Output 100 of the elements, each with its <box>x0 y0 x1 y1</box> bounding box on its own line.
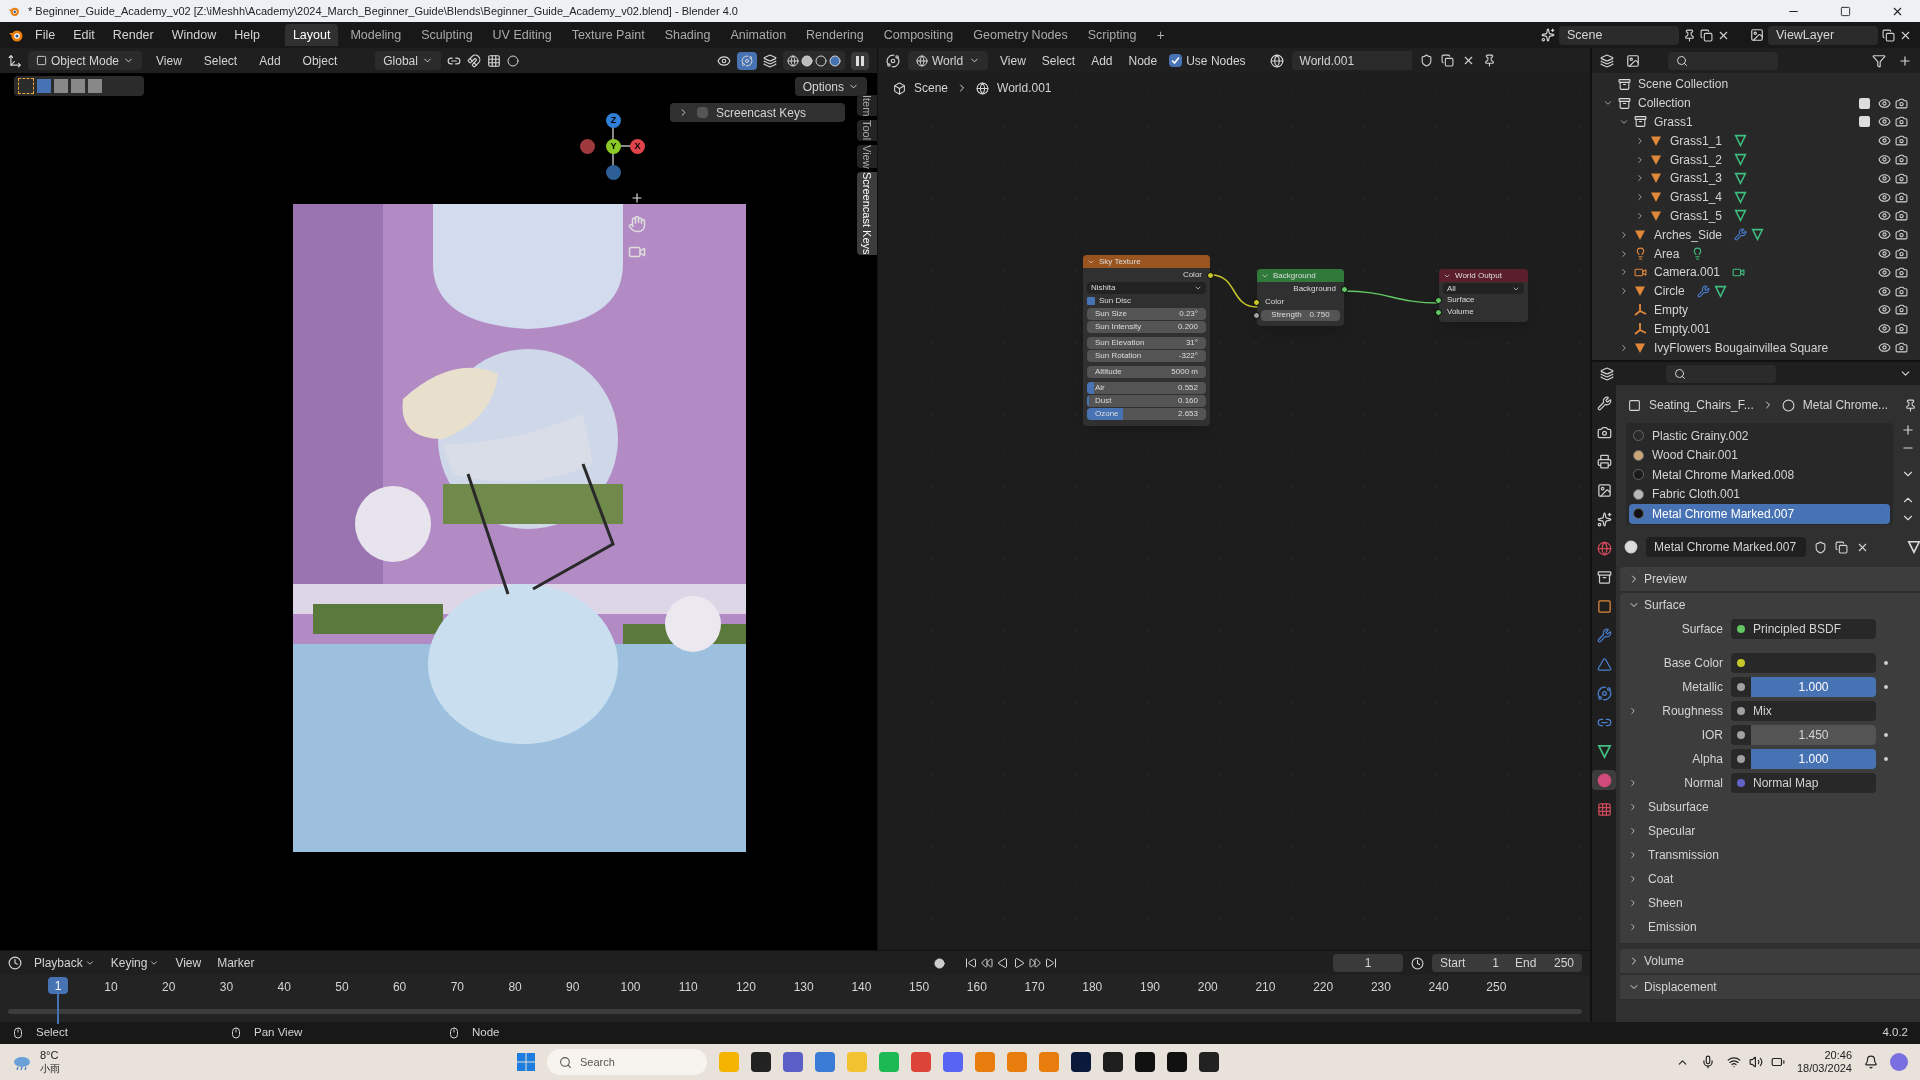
menu-item[interactable]: Add <box>1087 51 1117 70</box>
workspace-tab[interactable]: Geometry Nodes <box>965 24 1076 46</box>
outliner-item-label[interactable]: Area <box>1654 244 1680 263</box>
end-frame-field[interactable]: End 250 <box>1507 954 1582 972</box>
outliner-row[interactable]: Empty.001 <box>1592 319 1920 339</box>
menu-item[interactable]: Keying <box>106 954 164 972</box>
outliner-row[interactable]: Grass1_2 <box>1592 150 1920 169</box>
number-field[interactable]: 1.450 <box>1731 725 1876 745</box>
mode-dropdown[interactable]: Object Mode <box>28 51 143 70</box>
workspace-tab[interactable]: Scripting <box>1079 24 1145 46</box>
number-field[interactable]: Sun Rotation -322° <box>1087 350 1206 362</box>
sidebar-tab[interactable]: Screencast Keys <box>857 172 877 255</box>
menu-item[interactable]: Edit <box>66 25 102 45</box>
outliner-row[interactable]: Collection <box>1592 93 1920 113</box>
x-axis-handle[interactable]: X <box>630 139 645 154</box>
menu-item[interactable]: View <box>996 51 1030 70</box>
panel-header[interactable]: Surface <box>1620 593 1920 617</box>
number-field[interactable]: Sun Intensity 0.200 <box>1087 321 1206 333</box>
material-slot[interactable]: Metal Chrome Marked.007 <box>1629 504 1891 524</box>
current-frame-field[interactable]: 1 <box>1333 954 1403 972</box>
subpanel-header[interactable]: Coat <box>1620 867 1920 891</box>
menu-item[interactable]: View <box>171 954 206 972</box>
playhead[interactable]: 1 <box>48 977 68 994</box>
menu-item[interactable]: Select <box>1037 51 1080 70</box>
menu-item[interactable]: File <box>28 25 63 45</box>
menu-item[interactable]: Select <box>195 51 246 70</box>
outliner-item-label[interactable]: Grass1_4 <box>1670 188 1723 207</box>
menu-item[interactable]: Render <box>105 25 161 45</box>
panel-header[interactable]: Preview <box>1620 567 1920 591</box>
material-slot[interactable]: Wood Chair.001 <box>1629 445 1891 465</box>
outliner-item-label[interactable]: Camera.001 <box>1654 263 1721 282</box>
outliner-row[interactable]: Circle <box>1592 281 1920 301</box>
material-name-field[interactable]: Metal Chrome Marked.007 <box>1646 537 1806 557</box>
outliner-item-label[interactable]: Grass1_3 <box>1670 169 1723 188</box>
view-layer-selector[interactable]: ViewLayer <box>1768 25 1878 45</box>
outliner-item-label[interactable]: Empty <box>1654 300 1688 319</box>
menu-item[interactable]: Add <box>251 51 289 70</box>
menu-item[interactable]: Object <box>294 51 346 70</box>
slider-field[interactable]: Air 0.552 <box>1087 382 1206 394</box>
screencast-keys-panel[interactable]: Screencast Keys <box>670 103 845 122</box>
number-field[interactable]: Sun Size 0.23° <box>1087 308 1206 320</box>
add-workspace-button[interactable]: + <box>1148 24 1173 46</box>
workspace-tab[interactable]: Sculpting <box>413 24 481 46</box>
material-slot[interactable]: Plastic Grainy.002 <box>1629 426 1891 446</box>
link-field[interactable]: Principled BSDF <box>1731 619 1876 639</box>
subpanel-header[interactable]: Emission <box>1620 915 1920 939</box>
outliner-item-label[interactable]: Circle <box>1654 282 1685 301</box>
outliner-row[interactable]: Grass1_4 <box>1592 187 1920 207</box>
breadcrumb-item[interactable]: Scene <box>914 79 949 97</box>
subpanel-header[interactable]: Sheen <box>1620 891 1920 915</box>
outliner-row[interactable]: Grass1_3 <box>1592 169 1920 188</box>
slider-field[interactable]: 1.000 <box>1731 749 1876 769</box>
outliner-item-label[interactable]: Empty.001 <box>1654 319 1711 338</box>
outliner-item-label[interactable]: Grass1 <box>1654 113 1693 131</box>
sidebar-tab[interactable]: Item <box>857 95 877 117</box>
outliner-row[interactable]: Grass1 <box>1592 112 1920 132</box>
subpanel-header[interactable]: Transmission <box>1620 843 1920 867</box>
taskbar-search-field[interactable]: Search <box>546 1049 707 1075</box>
slider-field[interactable]: Ozone 2.653 <box>1087 408 1206 420</box>
start-frame-field[interactable]: Start 1 <box>1432 954 1507 972</box>
workspace-tab[interactable]: Compositing <box>875 24 962 46</box>
outliner-row[interactable]: Grass1_5 <box>1592 206 1920 226</box>
outliner-item-label[interactable]: Arches_Side <box>1654 225 1723 244</box>
workspace-tab[interactable]: Modeling <box>342 24 410 46</box>
subpanel-header[interactable]: Subsurface <box>1620 795 1920 819</box>
use-nodes-checkbox[interactable]: Use Nodes <box>1169 51 1246 70</box>
menu-item[interactable]: Window <box>164 25 224 45</box>
menu-item[interactable]: Playback <box>30 954 99 972</box>
workspace-tab[interactable]: Layout <box>284 24 339 46</box>
scene-selector[interactable]: Scene <box>1559 25 1679 45</box>
sun-disc-checkbox[interactable]: Sun Disc <box>1083 294 1210 308</box>
outliner-row[interactable]: Arches_Side <box>1592 225 1920 245</box>
outliner-row[interactable]: Area <box>1592 244 1920 263</box>
workspace-tab[interactable]: Rendering <box>798 24 872 46</box>
outliner-item-label[interactable]: Grass1_1 <box>1670 131 1723 150</box>
shader-type-dropdown[interactable]: World <box>908 51 988 70</box>
sidebar-tab[interactable]: Tool <box>857 120 877 141</box>
outliner-item-label[interactable]: Collection <box>1638 94 1691 113</box>
outliner-row[interactable]: Scene Collection <box>1592 75 1920 94</box>
z-axis-handle[interactable]: Z <box>606 113 621 128</box>
number-field[interactable]: Altitude 5000 m <box>1087 366 1206 378</box>
outliner-item-label[interactable]: IvyFlowers Bougainvillea Square <box>1654 338 1829 357</box>
workspace-tab[interactable]: Animation <box>722 24 795 46</box>
outliner-row[interactable]: IvyFlowers Bougainvillea Square <box>1592 338 1920 357</box>
outliner-row[interactable]: Empty <box>1592 300 1920 320</box>
menu-item[interactable]: View <box>148 51 190 70</box>
orientation-dropdown[interactable]: Global <box>375 51 441 70</box>
material-slot[interactable]: Metal Chrome Marked.008 <box>1629 465 1891 485</box>
number-field[interactable]: Sun Elevation 31° <box>1087 337 1206 349</box>
slider-field[interactable]: 1.000 <box>1731 677 1876 697</box>
outliner-item-label[interactable]: Scene Collection <box>1638 75 1729 94</box>
panel-header[interactable]: Displacement <box>1620 975 1920 999</box>
menu-item[interactable]: Help <box>227 25 267 45</box>
link-field[interactable]: Mix <box>1731 701 1876 721</box>
panel-header[interactable]: Volume <box>1620 949 1920 973</box>
workspace-tab[interactable]: Shading <box>656 24 719 46</box>
workspace-tab[interactable]: Texture Paint <box>563 24 653 46</box>
breadcrumb-item[interactable]: World.001 <box>997 79 1052 97</box>
outliner-row[interactable]: Grass1_1 <box>1592 131 1920 151</box>
menu-item[interactable]: Marker <box>213 954 259 972</box>
